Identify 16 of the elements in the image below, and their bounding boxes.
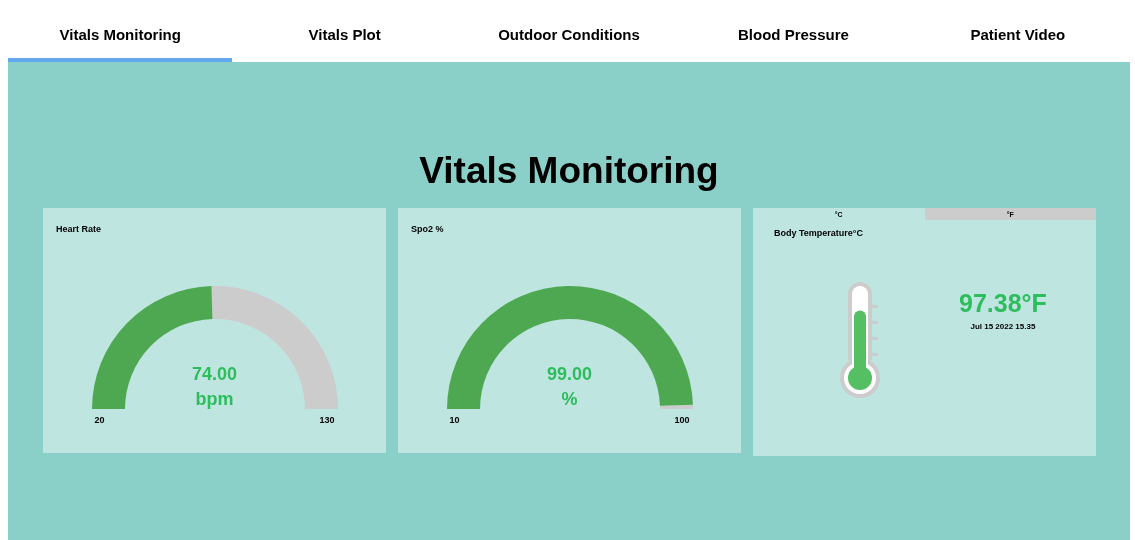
- gauge-min-label: 10: [449, 415, 460, 425]
- temperature-reading: 97.38°F: [959, 289, 1047, 318]
- gauge-max-label: 100: [674, 415, 690, 425]
- gauge-unit: bpm: [195, 389, 234, 410]
- page-heading: Vitals Monitoring: [419, 150, 719, 192]
- gauge-unit: %: [561, 389, 578, 410]
- gauge-value: 99.00: [547, 364, 592, 385]
- gauge-value: 74.00: [192, 364, 237, 385]
- thermometer-icon: [839, 280, 881, 400]
- timestamp: Jul 15 2022 15.35: [970, 322, 1036, 331]
- card-title: Heart Rate: [56, 224, 102, 234]
- card-title: Spo2 %: [411, 224, 444, 234]
- card-title: Body Temperature°C: [774, 228, 863, 238]
- gauge-track: [659, 404, 693, 409]
- gauge-max-label: 130: [319, 415, 335, 425]
- gauge-min-label: 20: [94, 415, 105, 425]
